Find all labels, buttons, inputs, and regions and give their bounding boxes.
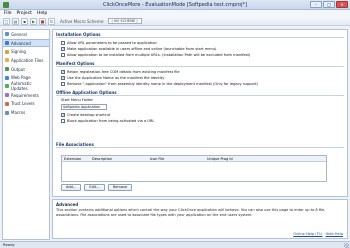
sidebar-item-output[interactable]: Output [3,65,49,74]
sidebar-item-application-files[interactable]: Application Files [3,56,49,65]
refresh-icon[interactable]: ↻ [48,17,55,25]
resize-grip-icon[interactable] [344,243,349,248]
online-help-link[interactable]: Online Help (F1) [293,232,322,236]
stop-icon[interactable]: ■ [39,17,46,25]
globe-icon [5,75,9,80]
open-icon[interactable]: ▤ [12,17,19,25]
sidebar-item-label: Advanced [11,40,31,46]
sidebar-item-automatic-updates[interactable]: Automatic Updates [3,81,49,92]
output-icon [5,67,9,72]
menu-file[interactable]: File [4,11,12,16]
file-associations-buttons: Add... Edit... Remove [61,184,133,191]
new-icon[interactable]: □ [3,17,10,25]
checkbox-checked[interactable]: ✓ [61,112,65,117]
start-menu-folder-label: Start Menu Folder [61,98,94,102]
help-title: Advanced [56,202,79,207]
checkbox[interactable] [61,52,65,57]
update-icon [5,84,9,89]
sidebar-item-trust-levels[interactable]: Trust Levels [3,100,49,109]
checkbox[interactable] [61,40,65,45]
window-controls: – □ ✕ [310,1,348,8]
table-header: Extension Description Icon File Unique P… [62,156,326,162]
title-bar: ClickOnceMore - EvaluationMode [Softpedi… [0,0,350,10]
file-associations-table[interactable]: Extension Description Icon File Unique P… [61,155,327,182]
checkbox-checked[interactable]: ✓ [61,69,65,74]
sidebar-item-label: Requirements [11,92,39,98]
window-title: ClickOnceMore - EvaluationMode [Softpedi… [103,2,247,8]
sidebar-item-label: Automatic Updates [11,81,32,92]
checkbox-checked[interactable]: ✓ [61,46,65,51]
sidebar-item-requirements[interactable]: Requirements [3,91,49,100]
option-retain-com[interactable]: ✓ Retain registration-free COM details fr… [61,69,180,74]
toolbar: □ ▤ ▪ ▶ ■ ↻ Active Macro Scheme: ( NO SC… [0,17,350,26]
general-icon [5,32,9,37]
option-offline-online[interactable]: ✓ Make application available in users off… [61,46,216,51]
sidebar-item-macros[interactable]: Macros [3,108,49,117]
menu-bar: File Project Help [0,10,350,17]
macro-icon [5,110,9,115]
sidebar: General Advanced Signing Application Fil… [2,29,50,240]
installation-options-heading: Installation Options [56,32,344,38]
main-panel: Installation Options Allow URL parameter… [52,29,348,197]
option-desktop-shortcut[interactable]: ✓ Create desktop shortcut [61,112,110,117]
option-block-url-activation[interactable]: Block application from being activated v… [61,118,154,123]
sidebar-item-advanced[interactable]: Advanced [3,38,49,48]
close-button[interactable]: ✕ [336,1,348,8]
help-links: Online Help (F1) Hide Help [293,232,343,236]
sidebar-item-label: Application Files [11,57,44,63]
option-multiple-urls[interactable]: Allow application to be installed from m… [61,52,250,57]
remove-button[interactable]: Remove [107,184,133,191]
manifest-options-heading: Manifest Options [56,61,344,67]
sidebar-item-signing[interactable]: Signing [3,47,49,56]
status-text: Ready [3,242,15,247]
status-bar: Ready [0,241,350,248]
hide-help-link[interactable]: Hide Help [325,232,343,236]
sidebar-item-label: General [11,31,27,37]
column-extension[interactable]: Extension [62,156,90,161]
option-use-app-name[interactable]: ✓ Use the Application Name as the manifes… [61,75,164,80]
help-text: This section contains additional options… [56,208,325,217]
checkbox[interactable] [61,81,65,86]
option-allow-url-params[interactable]: Allow URL parameters to be passed to app… [61,40,157,45]
scheme-label: Active Macro Scheme: [60,18,105,24]
column-description[interactable]: Description [90,156,148,161]
sidebar-item-general[interactable]: General [3,30,49,39]
file-associations-heading: File Associations [56,142,344,148]
menu-help[interactable]: Help [37,11,47,16]
shield-icon [5,101,9,106]
menu-project[interactable]: Project [17,11,32,16]
edit-button[interactable]: Edit... [84,184,105,191]
offline-options-heading: Offline Application Options [56,90,344,96]
start-menu-folder-input[interactable]: Softpedia Application [61,104,107,110]
build-icon[interactable]: ▶ [30,17,37,25]
checkbox-checked[interactable]: ✓ [61,75,65,80]
option-remove-application[interactable]: Remove ".application" from assembly iden… [61,81,258,86]
add-button[interactable]: Add... [61,184,82,191]
column-icon-file[interactable]: Icon File [148,156,205,161]
checkbox[interactable] [61,118,65,123]
help-panel: Advanced This section contains additiona… [52,199,348,239]
sidebar-item-label: Signing [11,49,26,55]
folder-icon [5,58,9,63]
column-unique-prog-id[interactable]: Unique Prog Id [205,156,265,161]
sidebar-item-label: Web Page [11,75,31,81]
scheme-select[interactable]: ( NO SCHEME ) [108,18,143,24]
minimize-button[interactable]: – [310,1,322,8]
requirements-icon [5,93,9,98]
signing-icon [5,49,9,54]
sidebar-item-label: Output [11,66,25,72]
sidebar-item-label: Trust Levels [11,101,35,107]
maximize-button[interactable]: □ [323,1,335,8]
advanced-icon [5,41,9,46]
sidebar-item-label: Macros [11,110,26,116]
save-icon[interactable]: ▪ [21,17,28,25]
